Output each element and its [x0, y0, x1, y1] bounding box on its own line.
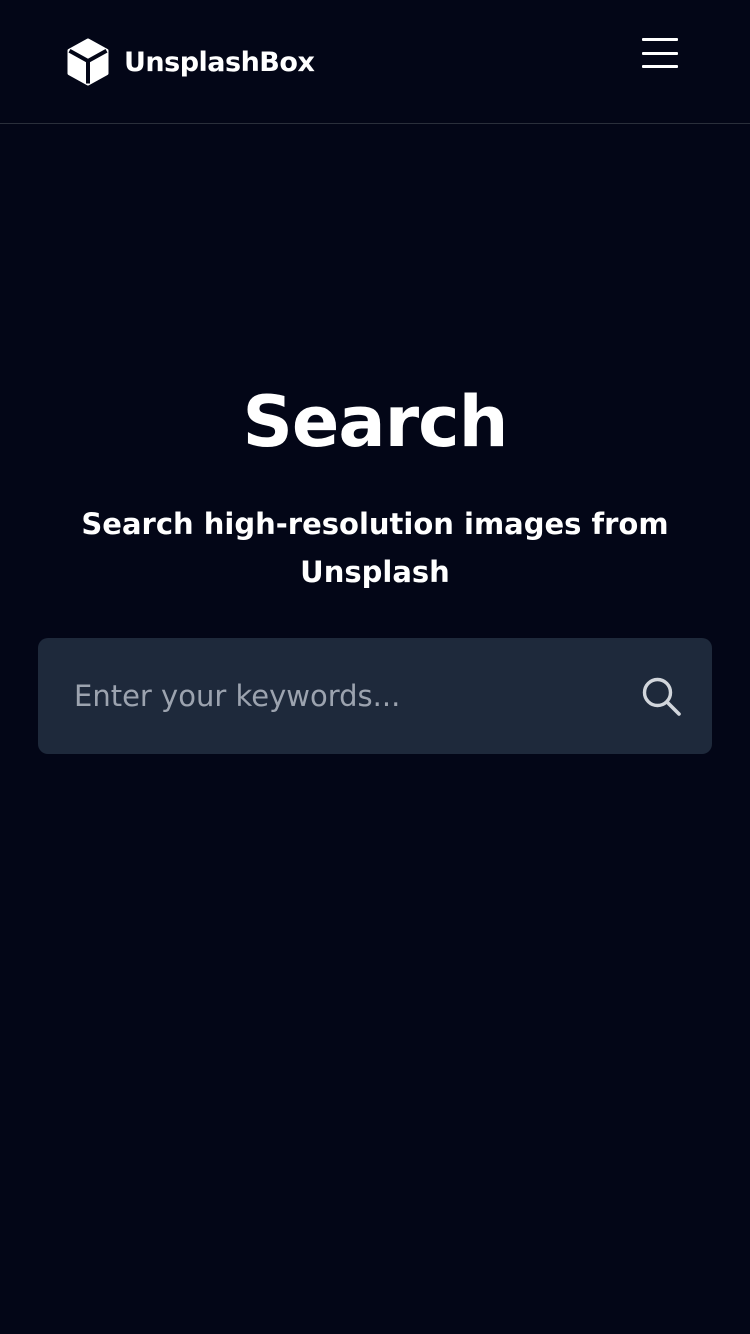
search-button[interactable]: [636, 671, 686, 721]
cube-icon: [66, 38, 110, 86]
brand-name: UnsplashBox: [124, 46, 315, 78]
top-navbar: UnsplashBox: [0, 0, 750, 124]
page-title: Search: [242, 381, 509, 463]
search-form: [38, 637, 712, 755]
search-input[interactable]: [72, 637, 636, 755]
hamburger-menu-icon: [642, 38, 678, 68]
search-icon: [639, 674, 683, 718]
page-subtitle: Search high-resolution images from Unspl…: [81, 507, 669, 589]
brand-logo-link[interactable]: UnsplashBox: [66, 38, 315, 86]
menu-button[interactable]: [642, 38, 682, 72]
hero-section: Search Search high-resolution images fro…: [0, 380, 750, 596]
